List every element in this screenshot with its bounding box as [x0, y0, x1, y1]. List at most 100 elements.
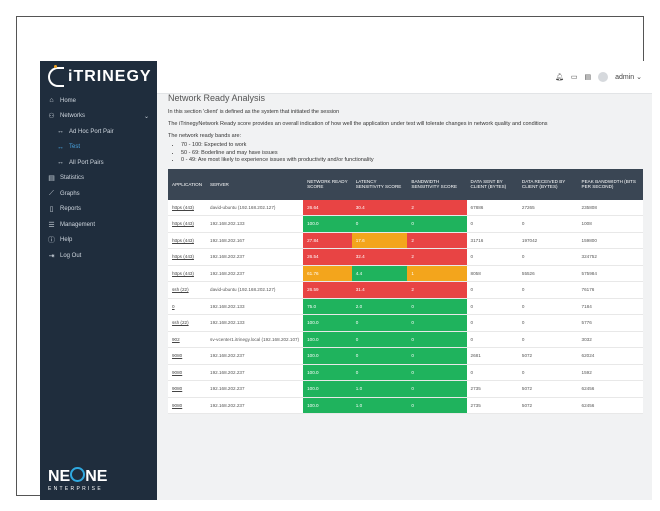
application-link[interactable]: 9080	[168, 397, 207, 414]
bw-cell: 2	[407, 232, 467, 249]
app-window: iTRINEGY ⌂ Home ⚇ Networks ⌄ ↔ Ad Hoc Port Pai…	[40, 61, 652, 500]
intro-client-definition: In this section 'client' is defined as t…	[168, 109, 340, 115]
server-cell: 192.168.202.133	[206, 314, 304, 332]
screenshot-frame: iTRINEGY ⌂ Home ⚇ Networks ⌄ ↔ Ad Hoc Port Pai…	[16, 16, 652, 500]
nrs-cell: 61.76	[303, 265, 352, 282]
table-row: https (443) 192.168.202.133 100.0 0 0 0 0 1008	[168, 215, 643, 233]
table-row: https (443) 192.168.202.167 27.84 17.6 2 3171…	[168, 232, 643, 249]
lat-cell: 30.4	[351, 199, 408, 216]
lat-cell: 0	[351, 314, 408, 332]
application-link[interactable]: https (443)	[168, 265, 207, 282]
lat-cell: 1.0	[351, 380, 408, 398]
lat-cell: 0	[351, 215, 408, 233]
table-header-row: APPLICATION SERVER NETWORK READY SCORE LATE…	[168, 168, 643, 200]
lat-cell: 2.0	[351, 298, 408, 315]
column-header[interactable]: PEAK BANDWIDTH (BITS PER SECOND)	[577, 168, 643, 200]
application-link[interactable]: ssh (22)	[168, 281, 207, 299]
sidebar-item-home[interactable]: ⌂ Home	[40, 93, 157, 109]
recv-cell: 5072	[517, 380, 578, 398]
lat-cell: 0	[351, 347, 408, 365]
sidebar-item-reports[interactable]: ▯ Reports	[40, 202, 157, 218]
peak-cell: 324752	[577, 248, 643, 266]
sidebar-item-statistics[interactable]: ▤ Statistics	[40, 171, 157, 187]
sidebar-item-help[interactable]: ⓘ Help	[40, 233, 157, 249]
content: Network Ready Analysis In this section '…	[157, 93, 652, 414]
sidebar-item-networks[interactable]: ⚇ Networks ⌄	[40, 109, 157, 125]
recv-cell: 0	[517, 314, 578, 332]
application-link[interactable]: https (443)	[168, 215, 207, 233]
table-row: 902 sv-vcenter1.itrinegy.local (192.168.2…	[168, 331, 643, 348]
lat-cell: 17.6	[351, 232, 408, 249]
sidebar-item-all-port-pairs[interactable]: ↔ All Port Pairs	[40, 155, 157, 171]
application-link[interactable]: 902	[168, 331, 207, 348]
lat-cell: 0	[351, 364, 408, 381]
statistics-icon: ▤	[48, 175, 55, 183]
application-link[interactable]: 0	[168, 298, 207, 315]
column-header[interactable]: LATENCY SENSITIVITY SCORE	[351, 168, 408, 200]
sent-cell: 2735	[466, 397, 518, 414]
table-row: 9080 192.168.202.237 100.0 0 0 0 0 1592	[168, 364, 643, 381]
table-row: 0 192.168.202.133 75.0 2.0 0 0 0 7184	[168, 298, 643, 315]
monitor-icon[interactable]: ▭	[571, 73, 578, 81]
graphs-icon: ⟋	[49, 189, 54, 197]
sidebar-item-label: Networks	[60, 113, 86, 120]
bw-cell: 0	[407, 298, 467, 315]
server-cell: sv-vcenter1.itrinegy.local (192.168.202.…	[206, 331, 304, 348]
application-link[interactable]: 9080	[168, 380, 207, 398]
user-menu[interactable]: admin ⌄	[615, 73, 642, 81]
column-header[interactable]: DATA SENT BY CLIENT (BYTES)	[466, 168, 518, 200]
recv-cell: 0	[517, 281, 578, 299]
table-row: ssh (22) david-ubuntu (192.168.202.127) 26…	[168, 281, 643, 299]
intro-bands-heading: The network ready bands are:	[168, 133, 242, 139]
peak-cell: 62456	[577, 380, 643, 398]
table-row: https (443) 192.168.202.237 61.76 4.4 1 8058 5…	[168, 265, 643, 282]
peak-cell: 1592	[577, 364, 643, 381]
application-link[interactable]: 9080	[168, 364, 207, 381]
bell-icon[interactable]: 🔔︎	[555, 73, 564, 81]
application-link[interactable]: https (443)	[168, 232, 207, 249]
recv-cell: 0	[517, 298, 578, 315]
sent-cell: 0	[466, 281, 518, 299]
application-link[interactable]: https (443)	[168, 199, 207, 216]
avatar[interactable]	[598, 72, 609, 82]
server-cell: 192.168.202.133	[206, 215, 304, 233]
sidebar-item-test[interactable]: ↔ Test	[40, 140, 157, 156]
sidebar-item-graphs[interactable]: ⟋ Graphs	[40, 186, 157, 202]
column-header[interactable]: DATA RECEIVED BY CLIENT (BYTES)	[517, 168, 578, 200]
sidebar-item-log-out[interactable]: ⇥ Log Out	[40, 248, 157, 264]
application-link[interactable]: ssh (22)	[168, 314, 207, 332]
bw-cell: 0	[407, 314, 467, 332]
server-cell: 192.168.202.237	[206, 397, 304, 414]
page-title: Network Ready Analysis	[168, 93, 266, 103]
band-item: 70 - 100: Expected to work	[181, 142, 641, 150]
server-cell: david-ubuntu (192.168.202.127)	[206, 281, 304, 299]
sidebar-nav: ⌂ Home ⚇ Networks ⌄ ↔ Ad Hoc Port Pair ↔ Test ↔ Al…	[40, 93, 157, 264]
sidebar-item-label: Statistics	[60, 175, 85, 182]
itrinegy-logo[interactable]: iTRINEGY	[40, 61, 157, 93]
sent-cell: 2735	[466, 380, 518, 398]
server-cell: 192.168.202.237	[206, 364, 304, 381]
sent-cell: 0	[466, 215, 518, 233]
chevron-down-icon: ⌄	[143, 113, 149, 120]
reports-icon: ▯	[49, 206, 54, 214]
column-header[interactable]: BANDWIDTH SENSITIVITY SCORE	[407, 168, 467, 200]
sidebar-item-management[interactable]: ☰ Management	[40, 217, 157, 233]
column-header[interactable]: SERVER	[206, 168, 304, 200]
nrs-cell: 100.0	[303, 397, 352, 414]
recv-cell: 0	[517, 364, 578, 381]
column-header[interactable]: APPLICATION	[168, 168, 207, 200]
table-row: ssh (22) 192.168.202.133 100.0 0 0 0 0 5776	[168, 314, 643, 332]
peak-cell: 159800	[577, 232, 643, 249]
sidebar-item-label: Test	[69, 144, 81, 151]
peak-cell: 235808	[577, 199, 643, 216]
sidebar-item-label: All Port Pairs	[69, 159, 104, 166]
sidebar-item-ad-hoc-port-pair[interactable]: ↔ Ad Hoc Port Pair	[40, 124, 157, 140]
home-icon: ⌂	[49, 97, 54, 105]
column-header[interactable]: NETWORK READY SCORE	[303, 168, 352, 200]
document-icon[interactable]: ▤	[584, 73, 591, 81]
application-link[interactable]: https (443)	[168, 248, 207, 266]
nrs-cell: 100.0	[303, 314, 352, 332]
application-link[interactable]: 9080	[168, 347, 207, 365]
peak-cell: 575984	[577, 265, 643, 282]
lat-cell: 0	[351, 331, 408, 348]
